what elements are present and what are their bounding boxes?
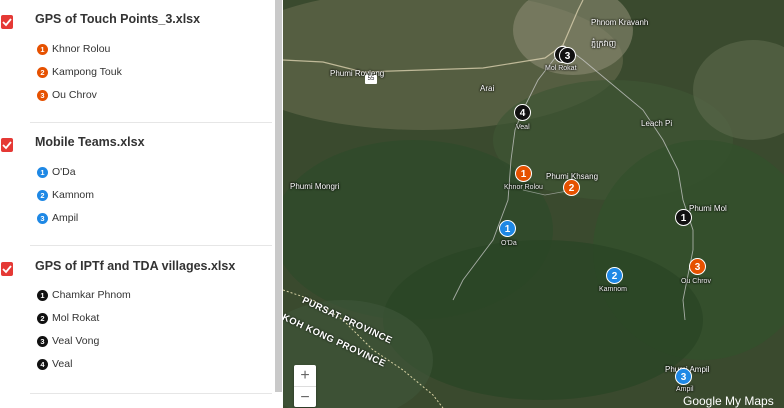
zoom-out-button[interactable]: − (294, 387, 316, 408)
pin-label: Kamnom (599, 286, 628, 293)
map-pin-touch-point[interactable]: 2 (563, 179, 580, 196)
layer-touch-points: GPS of Touch Points_3.xlsx 1 Khnor Rolou… (0, 11, 272, 101)
item-label: Veal Vong (52, 335, 100, 347)
layer-title: Mobile Teams.xlsx (35, 135, 145, 149)
place-label: Phumi Mongri (290, 182, 340, 191)
layer-title: GPS of Touch Points_3.xlsx (35, 12, 201, 26)
pin-label: Veal (516, 124, 530, 131)
pin-label: Mol Rokat (545, 65, 577, 72)
check-icon (2, 18, 12, 27)
place-label: ភ្នំក្រវាញ (591, 39, 617, 48)
layer-visibility-checkbox[interactable] (1, 15, 13, 29)
number-marker-icon: 3 (37, 336, 48, 347)
sidebar-scrollbar[interactable] (275, 0, 282, 392)
layer-header[interactable]: GPS of Touch Points_3.xlsx (0, 11, 272, 35)
number-marker-icon: 3 (37, 213, 48, 224)
item-label: Ou Chrov (52, 89, 97, 101)
item-label: Kamnom (52, 189, 95, 201)
number-marker-icon: 2 (37, 67, 48, 78)
item-label: Kampong Touk (52, 66, 122, 78)
zoom-in-button[interactable]: + (294, 365, 316, 386)
divider (30, 245, 272, 246)
item-label: Khnor Rolou (52, 43, 111, 55)
place-label: Arai (480, 84, 495, 93)
check-icon (2, 265, 12, 274)
layer-mobile-teams: Mobile Teams.xlsx 1 O'Da 2 Kamnom 3 Ampi… (0, 134, 272, 224)
item-label: Veal (52, 358, 73, 370)
number-marker-icon: 1 (37, 167, 48, 178)
map-pin-mobile-team[interactable]: 1 (499, 220, 516, 237)
pin-label: O'Da (501, 240, 517, 247)
pin-label: Ampil (676, 386, 694, 393)
place-label: Phnom Kravanh (591, 18, 649, 27)
map-pin-iptf[interactable]: 1 (675, 209, 692, 226)
item-label: Ampil (52, 212, 79, 224)
layer-iptf-villages: GPS of IPTf and TDA villages.xlsx 1 Cham… (0, 258, 272, 370)
place-label: Leach Pi (641, 119, 673, 128)
zoom-control: + − (294, 365, 316, 407)
number-marker-icon: 2 (37, 313, 48, 324)
number-marker-icon: 1 (37, 44, 48, 55)
pin-label: Ou Chrov (681, 278, 711, 285)
check-icon (2, 141, 12, 150)
map-pin-iptf[interactable]: 4 (514, 104, 531, 121)
layer-header[interactable]: Mobile Teams.xlsx (0, 134, 272, 158)
layer-visibility-checkbox[interactable] (1, 262, 13, 276)
layer-header[interactable]: GPS of IPTf and TDA villages.xlsx (0, 258, 272, 282)
place-label: Phumi Mol (689, 204, 727, 213)
layers-sidebar: GPS of Touch Points_3.xlsx 1 Khnor Rolou… (0, 0, 283, 408)
map-pin-touch-point[interactable]: 3 (689, 258, 706, 275)
google-my-maps-logo: Google My Maps (683, 394, 774, 408)
item-label: O'Da (52, 166, 76, 178)
map-pin-iptf[interactable]: 3 (559, 47, 576, 64)
map-pin-touch-point[interactable]: 1 (515, 165, 532, 182)
item-label: Mol Rokat (52, 312, 100, 324)
map-pin-mobile-team[interactable]: 3 (675, 368, 692, 385)
item-label: Chamkar Phnom (52, 289, 131, 301)
map-canvas[interactable]: Phnom Kravanh ភ្នំក្រវាញ Phumi Rovieng 5… (283, 0, 784, 408)
divider (30, 393, 272, 394)
number-marker-icon: 4 (37, 359, 48, 370)
road-shield: 55 (365, 75, 377, 84)
number-marker-icon: 3 (37, 90, 48, 101)
map-pin-mobile-team[interactable]: 2 (606, 267, 623, 284)
number-marker-icon: 2 (37, 190, 48, 201)
layer-visibility-checkbox[interactable] (1, 138, 13, 152)
divider (30, 122, 272, 123)
layer-title: GPS of IPTf and TDA villages.xlsx (35, 259, 236, 273)
number-marker-icon: 1 (37, 290, 48, 301)
pin-label: Khnor Rolou (504, 184, 543, 191)
